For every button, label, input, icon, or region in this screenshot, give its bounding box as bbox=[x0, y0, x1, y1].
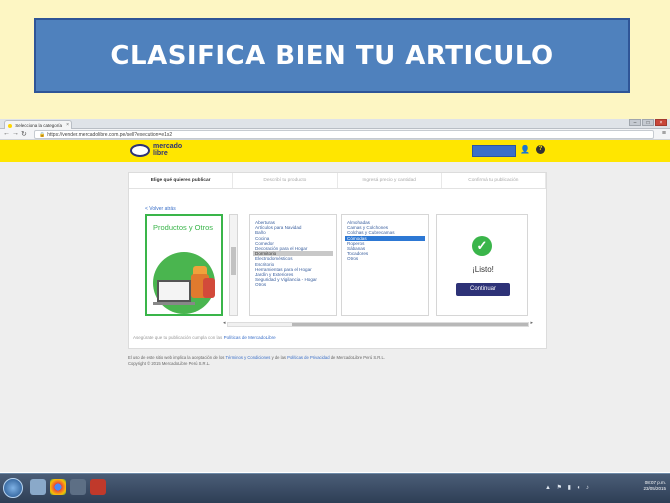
favicon-icon bbox=[8, 123, 12, 128]
site-header: mercado libre 👤 ? bbox=[0, 140, 670, 162]
clock-date: 23/05/2015 bbox=[643, 486, 666, 491]
menu-icon[interactable]: ≡ bbox=[662, 130, 666, 137]
sell-flow-card: Elige qué quieres publicar Describí tu p… bbox=[128, 172, 547, 349]
tab-bar: Selecciona la categoría × – □ × bbox=[0, 119, 670, 129]
pdf-icon[interactable] bbox=[90, 479, 106, 495]
url-text: https://vender.mercadolibre.com.pe/sell?… bbox=[47, 132, 173, 138]
policy-link[interactable]: Políticas de MercadoLibre bbox=[224, 335, 276, 340]
footer-text-b: y de las bbox=[271, 355, 286, 360]
scrollbar-thumb[interactable] bbox=[231, 247, 236, 275]
close-tab-icon[interactable]: × bbox=[66, 122, 69, 128]
step-1: Elige qué quieres publicar bbox=[129, 173, 234, 188]
clock[interactable]: 08:07 p.m. 23/05/2015 bbox=[643, 480, 666, 492]
step-2: Describí tu producto bbox=[233, 173, 338, 188]
page-body: Elige qué quieres publicar Describí tu p… bbox=[0, 162, 670, 472]
slide-title: CLASIFICA BIEN TU ARTICULO bbox=[110, 40, 554, 71]
forward-arrow-icon[interactable]: → bbox=[12, 130, 19, 137]
windows-start-icon[interactable] bbox=[3, 478, 23, 498]
close-window-icon[interactable]: × bbox=[655, 119, 667, 126]
policy-prefix: Asegúrate que tu publicación cumpla con … bbox=[133, 335, 223, 340]
reload-icon[interactable]: ↻ bbox=[21, 130, 27, 138]
title-banner: CLASIFICA BIEN TU ARTICULO bbox=[34, 18, 630, 93]
terms-link[interactable]: Términos y Condiciones bbox=[225, 355, 270, 360]
copyright: Copyright © 2015 MercadoLibre Perú S.R.L… bbox=[128, 361, 211, 366]
back-arrow-icon[interactable]: ← bbox=[3, 130, 10, 137]
footer-legal: El uso de este sitio web implica la acep… bbox=[128, 355, 385, 360]
window-controls: – □ × bbox=[629, 119, 667, 126]
done-panel: ✓ ¡Listo! Continuar bbox=[436, 214, 528, 316]
logo-text: mercado libre bbox=[153, 143, 182, 157]
step-4: Confirmá tu publicación bbox=[442, 173, 546, 188]
steps-bar: Elige qué quieres publicar Describí tu p… bbox=[129, 173, 546, 189]
bag-illustration bbox=[203, 278, 215, 298]
category-card-productos[interactable]: Productos y Otros bbox=[145, 214, 223, 316]
minimize-icon[interactable]: – bbox=[629, 119, 641, 126]
back-link[interactable]: < Volver atrás bbox=[145, 206, 176, 212]
mercadolibre-logo[interactable]: mercado libre bbox=[130, 143, 182, 157]
privacy-link[interactable]: Políticas de Privacidad bbox=[287, 355, 329, 360]
address-bar: ← → ↻ 🔒 https://vender.mercadolibre.com.p… bbox=[0, 129, 670, 140]
step-3: Ingresá precio y cantidad bbox=[338, 173, 442, 188]
lock-icon: 🔒 bbox=[39, 132, 46, 138]
media-icon[interactable] bbox=[70, 479, 86, 495]
laptop-illustration bbox=[157, 280, 191, 302]
logo-line1: mercado bbox=[153, 143, 183, 150]
footer-text-c: de MercadoLibre Perú S.R.L. bbox=[330, 355, 385, 360]
checkmark-icon: ✓ bbox=[472, 236, 492, 256]
horizontal-scrollbar[interactable]: ◂ ▸ bbox=[223, 320, 533, 327]
subcategory-list: Aberturas Artículos para Navidad Baño Cocin… bbox=[249, 214, 337, 316]
vertical-scrollbar[interactable] bbox=[229, 214, 238, 316]
maximize-icon[interactable]: □ bbox=[642, 119, 654, 126]
explorer-icon[interactable] bbox=[30, 479, 46, 495]
footer-text-a: El uso de este sitio web implica la acep… bbox=[128, 355, 225, 360]
user-icon[interactable]: 👤 bbox=[520, 145, 530, 154]
scroll-right-icon[interactable]: ▸ bbox=[530, 320, 533, 326]
help-icon[interactable]: ? bbox=[536, 145, 545, 154]
hscroll-thumb[interactable] bbox=[292, 323, 528, 326]
category-label: Productos y Otros bbox=[153, 223, 214, 232]
user-name-box[interactable] bbox=[472, 145, 516, 157]
continue-button[interactable]: Continuar bbox=[456, 283, 510, 296]
tab-title: Selecciona la categoría bbox=[15, 123, 63, 128]
laptop-base-illustration bbox=[153, 302, 195, 305]
logo-line2: libre bbox=[153, 150, 168, 157]
list-item[interactable]: Otros bbox=[253, 282, 333, 287]
url-input[interactable]: 🔒 https://vender.mercadolibre.com.pe/sell… bbox=[34, 130, 654, 139]
browser-tab[interactable]: Selecciona la categoría × bbox=[4, 120, 72, 129]
taskbar: ▲ ⚑ ▮ ◖ ♪ 08:07 p.m. 23/05/2015 bbox=[0, 473, 670, 503]
browser-window: Selecciona la categoría × – □ × ← → ↻ 🔒 h… bbox=[0, 119, 670, 503]
done-text: ¡Listo! bbox=[472, 265, 494, 274]
list-item[interactable]: Otros bbox=[345, 256, 425, 261]
system-tray-icons[interactable]: ▲ ⚑ ▮ ◖ ♪ bbox=[545, 484, 591, 491]
sub-subcategory-list: Almohadas Camas y Colchones Colchas y Cubr… bbox=[341, 214, 429, 316]
chrome-icon[interactable] bbox=[50, 479, 66, 495]
handshake-icon bbox=[130, 143, 150, 157]
scroll-left-icon[interactable]: ◂ bbox=[223, 320, 226, 326]
policy-note: Asegúrate que tu publicación cumpla con … bbox=[133, 335, 276, 340]
